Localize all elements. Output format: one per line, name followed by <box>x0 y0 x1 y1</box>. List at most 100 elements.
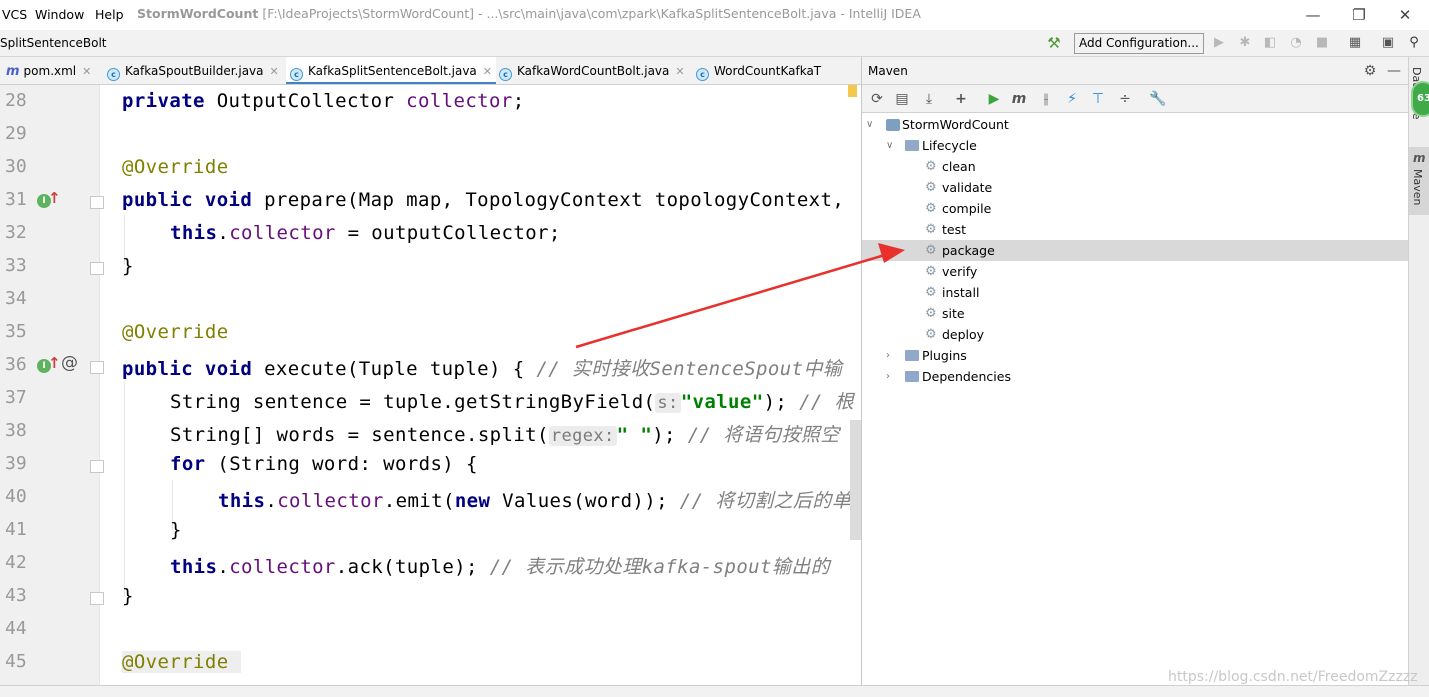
tab-kafka-spout-builder[interactable]: c KafkaSpoutBuilder.java ✕ <box>107 57 279 84</box>
goal-gear-icon: ⚙ <box>925 201 937 216</box>
hide-panel-icon[interactable]: — <box>1384 61 1404 81</box>
notification-badge[interactable]: 63 <box>1411 81 1429 117</box>
run-goal-icon[interactable]: ▶ <box>984 89 1004 109</box>
title-bar: VCS Window Help StormWordCount [F:\IdeaP… <box>0 0 1429 30</box>
tree-goal-site[interactable]: ⚙ site <box>862 303 1409 324</box>
run-icon[interactable]: ▶ <box>1209 33 1229 53</box>
download-icon[interactable]: ⤓ <box>919 89 939 109</box>
java-class-icon: c <box>107 68 120 81</box>
tree-goal-package[interactable]: ⚙ package <box>862 240 1409 261</box>
editor-scrollbar-thumb[interactable] <box>850 420 861 540</box>
reimport-icon[interactable]: ⟳ <box>867 89 887 109</box>
annotation-at-icon: @ <box>61 353 78 373</box>
profile-icon[interactable]: ◔ <box>1286 33 1306 53</box>
warning-marker[interactable] <box>848 85 857 97</box>
expand-chevron-icon[interactable]: › <box>886 345 890 366</box>
tree-project[interactable]: ∨ StormWordCount <box>862 114 1409 135</box>
code-text: ); <box>763 391 800 413</box>
comment: // 将语句按照空 <box>687 424 840 446</box>
code-editor[interactable]: 28 29 30 31 32 33 34 35 36 37 38 39 40 4… <box>0 85 861 685</box>
java-class-icon: c <box>696 68 709 81</box>
goal-gear-icon: ⚙ <box>925 264 937 279</box>
code-text: (String word: words) { <box>205 453 478 475</box>
tree-goal-clean[interactable]: ⚙ clean <box>862 156 1409 177</box>
code-line-31: public void prepare(Map map, TopologyCon… <box>122 189 844 211</box>
fold-marker-icon[interactable] <box>90 460 104 473</box>
field: collector <box>229 222 336 244</box>
tab-kafka-split-sentence-bolt[interactable]: c KafkaSplitSentenceBolt.java ✕ <box>286 57 497 84</box>
presentation-icon[interactable]: ▣ <box>1378 33 1398 53</box>
menu-window[interactable]: Window <box>35 7 84 22</box>
code-text: OutputCollector <box>204 90 407 112</box>
restore-button[interactable]: ❐ <box>1344 2 1374 28</box>
tree-lifecycle[interactable]: ∨ Lifecycle <box>862 135 1409 156</box>
tree-goal-verify[interactable]: ⚙ verify <box>862 261 1409 282</box>
override-arrow-icon[interactable]: ↑ <box>48 189 61 207</box>
skip-tests-icon[interactable]: ⚡ <box>1062 89 1082 109</box>
collapse-chevron-icon[interactable]: ∨ <box>866 114 873 135</box>
collapse-all-icon[interactable]: ÷ <box>1115 89 1135 109</box>
build-hammer-icon[interactable]: ⚒ <box>1044 33 1064 53</box>
search-icon[interactable]: ⚲ <box>1404 33 1424 53</box>
maven-settings-wrench-icon[interactable]: 🔧 <box>1148 89 1168 109</box>
code-text: ); <box>652 424 688 446</box>
coverage-icon[interactable]: ◧ <box>1260 33 1280 53</box>
close-tab-icon[interactable]: ✕ <box>82 65 91 78</box>
tab-pom-xml[interactable]: m pom.xml ✕ <box>6 57 91 84</box>
keyword: this <box>218 490 266 512</box>
override-arrow-icon[interactable]: ↑ <box>48 354 61 372</box>
tree-goal-install[interactable]: ⚙ install <box>862 282 1409 303</box>
project-structure-icon[interactable]: ▦ <box>1345 33 1365 53</box>
menu-vcs[interactable]: VCS <box>2 7 27 22</box>
close-tab-icon[interactable]: ✕ <box>483 65 492 78</box>
goal-gear-icon: ⚙ <box>925 180 937 195</box>
keyword: for <box>170 453 206 475</box>
line-number: 31 <box>5 189 27 210</box>
expand-chevron-icon[interactable]: › <box>886 366 890 387</box>
collapse-chevron-icon[interactable]: ∨ <box>886 135 893 156</box>
toggle-offline-icon[interactable]: ⫲ <box>1036 89 1056 109</box>
settings-gear-icon[interactable]: ⚙ <box>1360 61 1380 81</box>
code-text: .ack(tuple); <box>335 556 490 578</box>
add-configuration-button[interactable]: Add Configuration... <box>1074 33 1204 54</box>
tree-goal-validate[interactable]: ⚙ validate <box>862 177 1409 198</box>
close-tab-icon[interactable]: ✕ <box>270 65 279 78</box>
execute-goal-icon[interactable]: m <box>1009 89 1029 109</box>
fold-marker-icon[interactable] <box>90 262 104 275</box>
generate-sources-icon[interactable]: ▤ <box>892 89 912 109</box>
line-number: 33 <box>5 255 27 276</box>
tab-word-count-kafka[interactable]: c WordCountKafkaT <box>696 57 821 84</box>
fold-marker-icon[interactable] <box>90 361 104 374</box>
line-number: 28 <box>5 90 27 111</box>
close-tab-icon[interactable]: ✕ <box>675 65 684 78</box>
add-project-icon[interactable]: + <box>951 89 971 109</box>
maven-tool-button[interactable]: m Maven <box>1409 147 1429 215</box>
maven-module-icon <box>886 119 900 131</box>
show-dependencies-icon[interactable]: ⊤ <box>1088 89 1108 109</box>
tree-label: Plugins <box>922 348 967 363</box>
minimize-button[interactable]: — <box>1298 2 1328 28</box>
watermark: https://blog.csdn.net/FreedomZzzzz <box>1168 669 1418 685</box>
fold-marker-icon[interactable] <box>90 196 104 209</box>
field: collector <box>406 90 513 112</box>
stop-icon[interactable]: ■ <box>1312 33 1332 53</box>
tree-goal-deploy[interactable]: ⚙ deploy <box>862 324 1409 345</box>
tree-dependencies[interactable]: › Dependencies <box>862 366 1409 387</box>
tree-goal-test[interactable]: ⚙ test <box>862 219 1409 240</box>
annotation: @Override <box>122 156 229 178</box>
fold-marker-icon[interactable] <box>90 592 104 605</box>
tree-goal-compile[interactable]: ⚙ compile <box>862 198 1409 219</box>
line-number: 39 <box>5 453 27 474</box>
java-class-icon: c <box>290 68 303 81</box>
breadcrumb[interactable]: SplitSentenceBolt <box>0 36 107 50</box>
tree-plugins[interactable]: › Plugins <box>862 345 1409 366</box>
menu-help[interactable]: Help <box>95 7 124 22</box>
annotation: @Override <box>122 651 229 673</box>
tab-kafka-word-count-bolt[interactable]: c KafkaWordCountBolt.java ✕ <box>499 57 685 84</box>
field: collector <box>229 556 336 578</box>
code-line-28: private OutputCollector collector; <box>122 90 525 112</box>
close-window-button[interactable]: ✕ <box>1390 2 1420 28</box>
dependencies-folder-icon <box>905 371 919 382</box>
debug-icon[interactable]: ✱ <box>1235 33 1255 53</box>
line-number: 40 <box>5 486 27 507</box>
